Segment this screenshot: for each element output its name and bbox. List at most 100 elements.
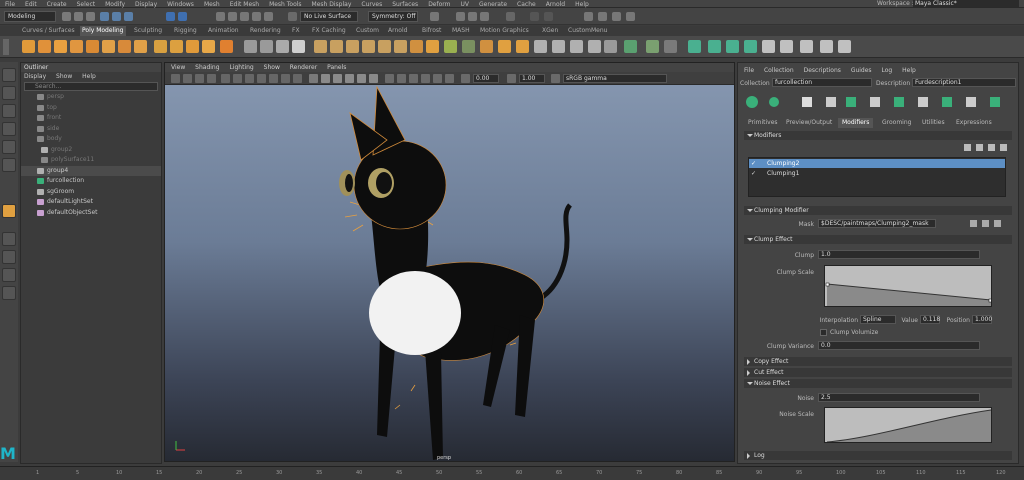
shelf-tab-mash[interactable]: MASH [450,26,472,36]
description-selector[interactable]: Furdescription1 [912,78,1016,87]
depth-of-field-icon[interactable] [445,74,454,83]
shelf-gear-icon[interactable] [3,39,9,55]
noise-scale-ramp[interactable] [824,407,992,443]
outliner-item[interactable]: front [21,113,161,124]
two-pane-layout-icon[interactable] [2,268,16,282]
shelf-tab-xgen[interactable]: XGen [540,26,560,36]
live-surface-field[interactable]: No Live Surface [300,11,358,22]
combine-icon[interactable] [244,40,257,53]
isolate-select-icon[interactable] [397,74,406,83]
poly-cone-icon[interactable] [70,40,83,53]
smooth-icon[interactable] [292,40,305,53]
render-frame-icon[interactable] [456,12,465,21]
soft-select-icon[interactable] [624,40,637,53]
outliner-item[interactable]: top [21,103,161,114]
outliner-item[interactable]: side [21,124,161,135]
shadows-icon[interactable] [369,74,378,83]
delete-modifier-icon[interactable] [1000,144,1007,151]
outliner-item[interactable]: group4 [21,165,161,176]
select-by-handle-icon[interactable] [166,12,175,21]
xgen-menu-help[interactable]: Help [902,67,916,74]
wireframe-icon[interactable] [309,74,318,83]
clump-effect-header[interactable]: Clump Effect [744,235,1012,244]
single-pane-layout-icon[interactable] [2,232,16,246]
xgen-utility-icon[interactable] [838,40,851,53]
center-pivot-icon[interactable] [604,40,617,53]
select-camera-icon[interactable] [171,74,180,83]
uv-sew-icon[interactable] [588,40,601,53]
add-modifier-icon[interactable] [988,144,995,151]
shelf-tab-motion-graphics[interactable]: Motion Graphics [478,26,531,36]
copy-effect-header[interactable]: Copy Effect [744,357,1012,366]
xgen-preview-icon[interactable] [762,40,775,53]
attribute-editor-toggle-icon[interactable] [598,12,607,21]
xgen-delete-icon[interactable] [820,40,833,53]
shelf-tab-rendering[interactable]: Rendering [248,26,283,36]
lights-icon[interactable] [357,74,366,83]
image-plane-icon[interactable] [207,74,216,83]
value-field[interactable]: 0.118 [920,315,940,324]
outliner-item[interactable]: furcollection [21,176,161,187]
safe-action-icon[interactable] [281,74,290,83]
shelf-tab-rigging[interactable]: Rigging [172,26,199,36]
shelf-tab-animation[interactable]: Animation [206,26,241,36]
cylindrical-map-icon[interactable] [498,40,511,53]
modifier-item-clumping1[interactable]: Clumping1 [749,169,1005,178]
shelf-tab-arnold[interactable]: Arnold [386,26,409,36]
last-tool-icon[interactable] [2,204,16,218]
collection-selector[interactable]: furcollection [772,78,872,87]
outliner-menu-display[interactable]: Display [24,73,46,80]
tab-expressions[interactable]: Expressions [952,118,996,128]
merge-icon[interactable] [394,40,407,53]
modifiers-section-header[interactable]: Modifiers [744,131,1012,140]
scale-tool-icon[interactable] [2,158,16,172]
uv-unfold-icon[interactable] [552,40,565,53]
xgen-menu-descriptions[interactable]: Descriptions [804,67,841,74]
lasso-tool-icon[interactable] [2,86,16,100]
new-scene-icon[interactable] [62,12,71,21]
resolution-gate-icon[interactable] [245,74,254,83]
menu-surfaces[interactable]: Surfaces [392,1,418,8]
automatic-map-icon[interactable] [480,40,493,53]
xgen-guides-icon[interactable] [708,40,721,53]
outliner-item[interactable]: sgGroom [21,187,161,198]
menu-generate[interactable]: Generate [479,1,507,8]
menu-deform[interactable]: Deform [428,1,450,8]
camera-attributes-icon[interactable] [183,74,192,83]
tab-primitives[interactable]: Primitives [744,118,782,128]
shelf-tab-bifrost[interactable]: Bifrost [420,26,443,36]
menu-edit[interactable]: Edit [25,1,37,8]
xgen-menu-log[interactable]: Log [881,67,892,74]
outliner-item[interactable]: defaultObjectSet [21,208,161,219]
bridge-icon[interactable] [314,40,327,53]
stop-icon[interactable] [544,12,553,21]
mode-selector[interactable]: Modeling [4,11,56,22]
checkmark-icon[interactable]: ✓ [751,159,756,168]
poly-cube-icon[interactable] [38,40,51,53]
multisample-icon[interactable] [433,74,442,83]
symmetry-selector[interactable]: Symmetry: Off [368,11,418,22]
poly-platonic-icon[interactable] [134,40,147,53]
time-slider[interactable]: 1 5 10 15 20 25 30 35 40 45 50 55 60 65 70 75 80 85 90 95 10… [0,466,1024,480]
poly-sphere-icon[interactable] [22,40,35,53]
outliner-item[interactable]: group2 [21,145,161,156]
noise-field[interactable]: 2.5 [818,393,980,402]
clump-field[interactable]: 1.0 [818,250,980,259]
viewport-menu-shading[interactable]: Shading [195,64,219,71]
spherical-map-icon[interactable] [516,40,529,53]
xgen-menu-guides[interactable]: Guides [851,67,872,74]
outliner-layout-icon[interactable] [2,286,16,300]
xgen-create-description-icon[interactable] [688,40,701,53]
noise-effect-header[interactable]: Noise Effect [744,379,1012,388]
snap-point-icon[interactable] [240,12,249,21]
ipr-render-icon[interactable] [468,12,477,21]
gamma-field[interactable]: 1.00 [519,74,545,83]
poly-plane-icon[interactable] [102,40,115,53]
pause-icon[interactable] [530,12,539,21]
cut-effect-header[interactable]: Cut Effect [744,368,1012,377]
field-chart-icon[interactable] [269,74,278,83]
paint-select-tool-icon[interactable] [2,104,16,118]
menu-curves[interactable]: Curves [361,1,382,8]
viewport-menu-renderer[interactable]: Renderer [290,64,317,71]
tool-settings-toggle-icon[interactable] [612,12,621,21]
